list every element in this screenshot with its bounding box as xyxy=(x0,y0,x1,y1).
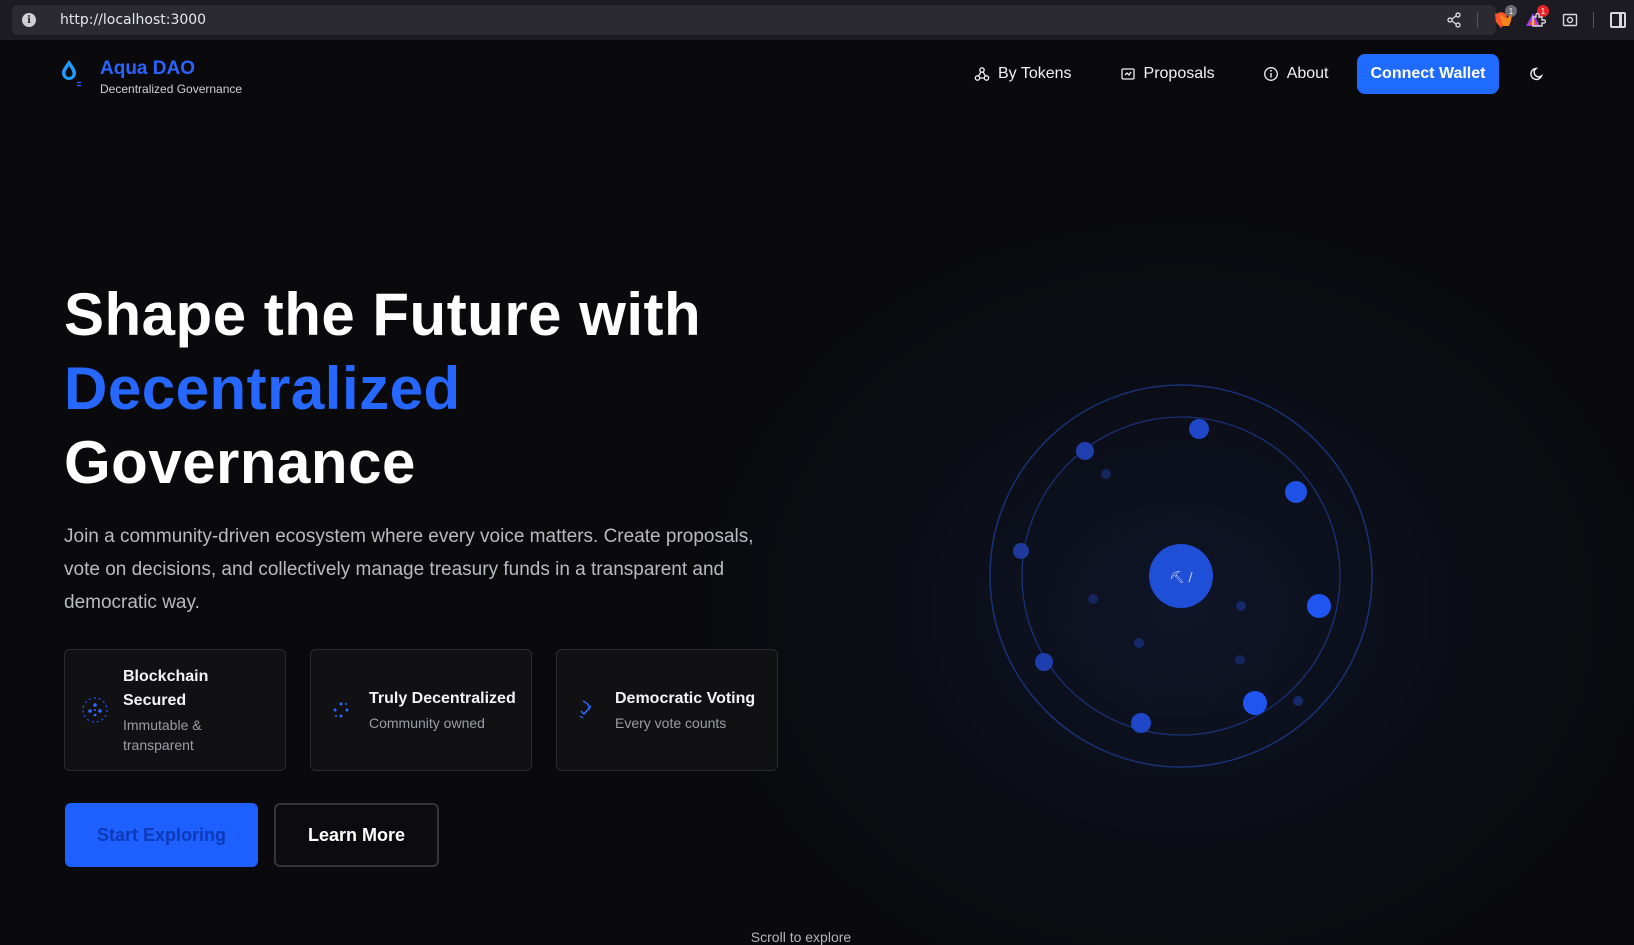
brand-title: Aqua DAO xyxy=(100,58,195,79)
brand-subtitle: Decentralized Governance xyxy=(100,82,243,96)
address-bar[interactable]: i http://localhost:3000 xyxy=(12,5,1496,35)
nav-link-about[interactable]: About xyxy=(1251,54,1341,94)
orbit-illustration: ⛏ / xyxy=(989,384,1373,768)
feature-subtitle: Immutable & transparent xyxy=(123,717,202,753)
water-drop-icon xyxy=(58,56,82,90)
screenshot-icon[interactable] xyxy=(1561,11,1579,29)
feature-subtitle: Every vote counts xyxy=(615,715,727,731)
feature-subtitle: Community owned xyxy=(369,715,485,731)
toolbar-divider xyxy=(1477,12,1478,28)
feature-cards: Blockchain Secured Immutable & transpare… xyxy=(64,649,778,771)
moon-icon[interactable] xyxy=(1525,62,1549,86)
nav-link-label: About xyxy=(1286,65,1329,82)
feature-card-voting: Democratic Voting Every vote counts xyxy=(556,649,778,771)
orbit-dot xyxy=(1088,594,1098,604)
url-text[interactable]: http://localhost:3000 xyxy=(60,12,206,28)
toolbar-divider xyxy=(1593,12,1594,28)
orbit-dot xyxy=(1236,601,1246,611)
orbit-node xyxy=(1243,691,1267,715)
nav-link-by-tokens[interactable]: By Tokens xyxy=(962,54,1084,94)
scroll-hint: Scroll to explore xyxy=(750,929,852,945)
hero-heading: Shape the Future with Decentralized Gove… xyxy=(64,278,701,500)
learn-more-button[interactable]: Learn More xyxy=(274,803,439,867)
hero-heading-accent: Decentralized xyxy=(64,355,461,422)
orbit-node xyxy=(1285,481,1307,503)
orbit-dot xyxy=(1293,696,1303,706)
nav-link-proposals[interactable]: Proposals xyxy=(1108,54,1227,94)
vote-icon xyxy=(579,700,592,719)
feature-title: Blockchain Secured xyxy=(123,668,209,709)
share-icon[interactable] xyxy=(1445,11,1463,29)
nav-link-label: By Tokens xyxy=(998,65,1072,82)
metamask-icon[interactable] xyxy=(1497,11,1515,29)
browser-toolbar: i http://localhost:3000 1 1 xyxy=(0,0,1634,40)
hero-description: Join a community-driven ecosystem where … xyxy=(64,526,754,613)
tokens-icon xyxy=(974,67,990,81)
extensions-icon[interactable] xyxy=(1529,11,1547,29)
feature-card-blockchain: Blockchain Secured Immutable & transpare… xyxy=(64,649,286,771)
nav-menu: By Tokens Proposals About Connect Wallet xyxy=(962,54,1549,94)
start-exploring-button[interactable]: Start Exploring xyxy=(65,803,258,867)
hero-heading-line3: Governance xyxy=(64,429,416,496)
feature-title: Democratic Voting xyxy=(615,690,756,707)
center-node-glyph: ⛏ / xyxy=(1169,570,1193,584)
orbit-node xyxy=(1035,653,1053,671)
hero-heading-line1: Shape the Future with xyxy=(64,281,702,348)
proposals-icon xyxy=(1120,68,1135,80)
network-icon xyxy=(333,702,349,718)
top-nav: Aqua DAO Decentralized Governance By Tok… xyxy=(0,40,1634,110)
orbit-dot xyxy=(1134,638,1144,648)
logo[interactable]: Aqua DAO Decentralized Governance xyxy=(58,56,242,96)
orbit-node xyxy=(1131,713,1151,733)
orbit-node xyxy=(1189,419,1209,439)
feature-title: Truly Decentralized xyxy=(369,690,516,707)
extension-icons xyxy=(1497,0,1594,40)
orbit-node xyxy=(1076,442,1094,460)
feature-card-decentralized: Truly Decentralized Community owned xyxy=(310,649,532,771)
orbit-dot xyxy=(1235,655,1245,665)
nav-link-label: Proposals xyxy=(1143,65,1215,82)
sidebar-icon[interactable] xyxy=(1610,12,1626,28)
page: Aqua DAO Decentralized Governance By Tok… xyxy=(0,40,1634,945)
orbit-node xyxy=(1013,543,1029,559)
orbit-dot xyxy=(1101,469,1111,479)
info-circle-icon xyxy=(1263,67,1278,81)
connect-wallet-button[interactable]: Connect Wallet xyxy=(1356,54,1500,94)
orbit-node xyxy=(1307,594,1331,618)
info-icon[interactable]: i xyxy=(22,13,36,27)
blockchain-icon xyxy=(82,697,108,723)
